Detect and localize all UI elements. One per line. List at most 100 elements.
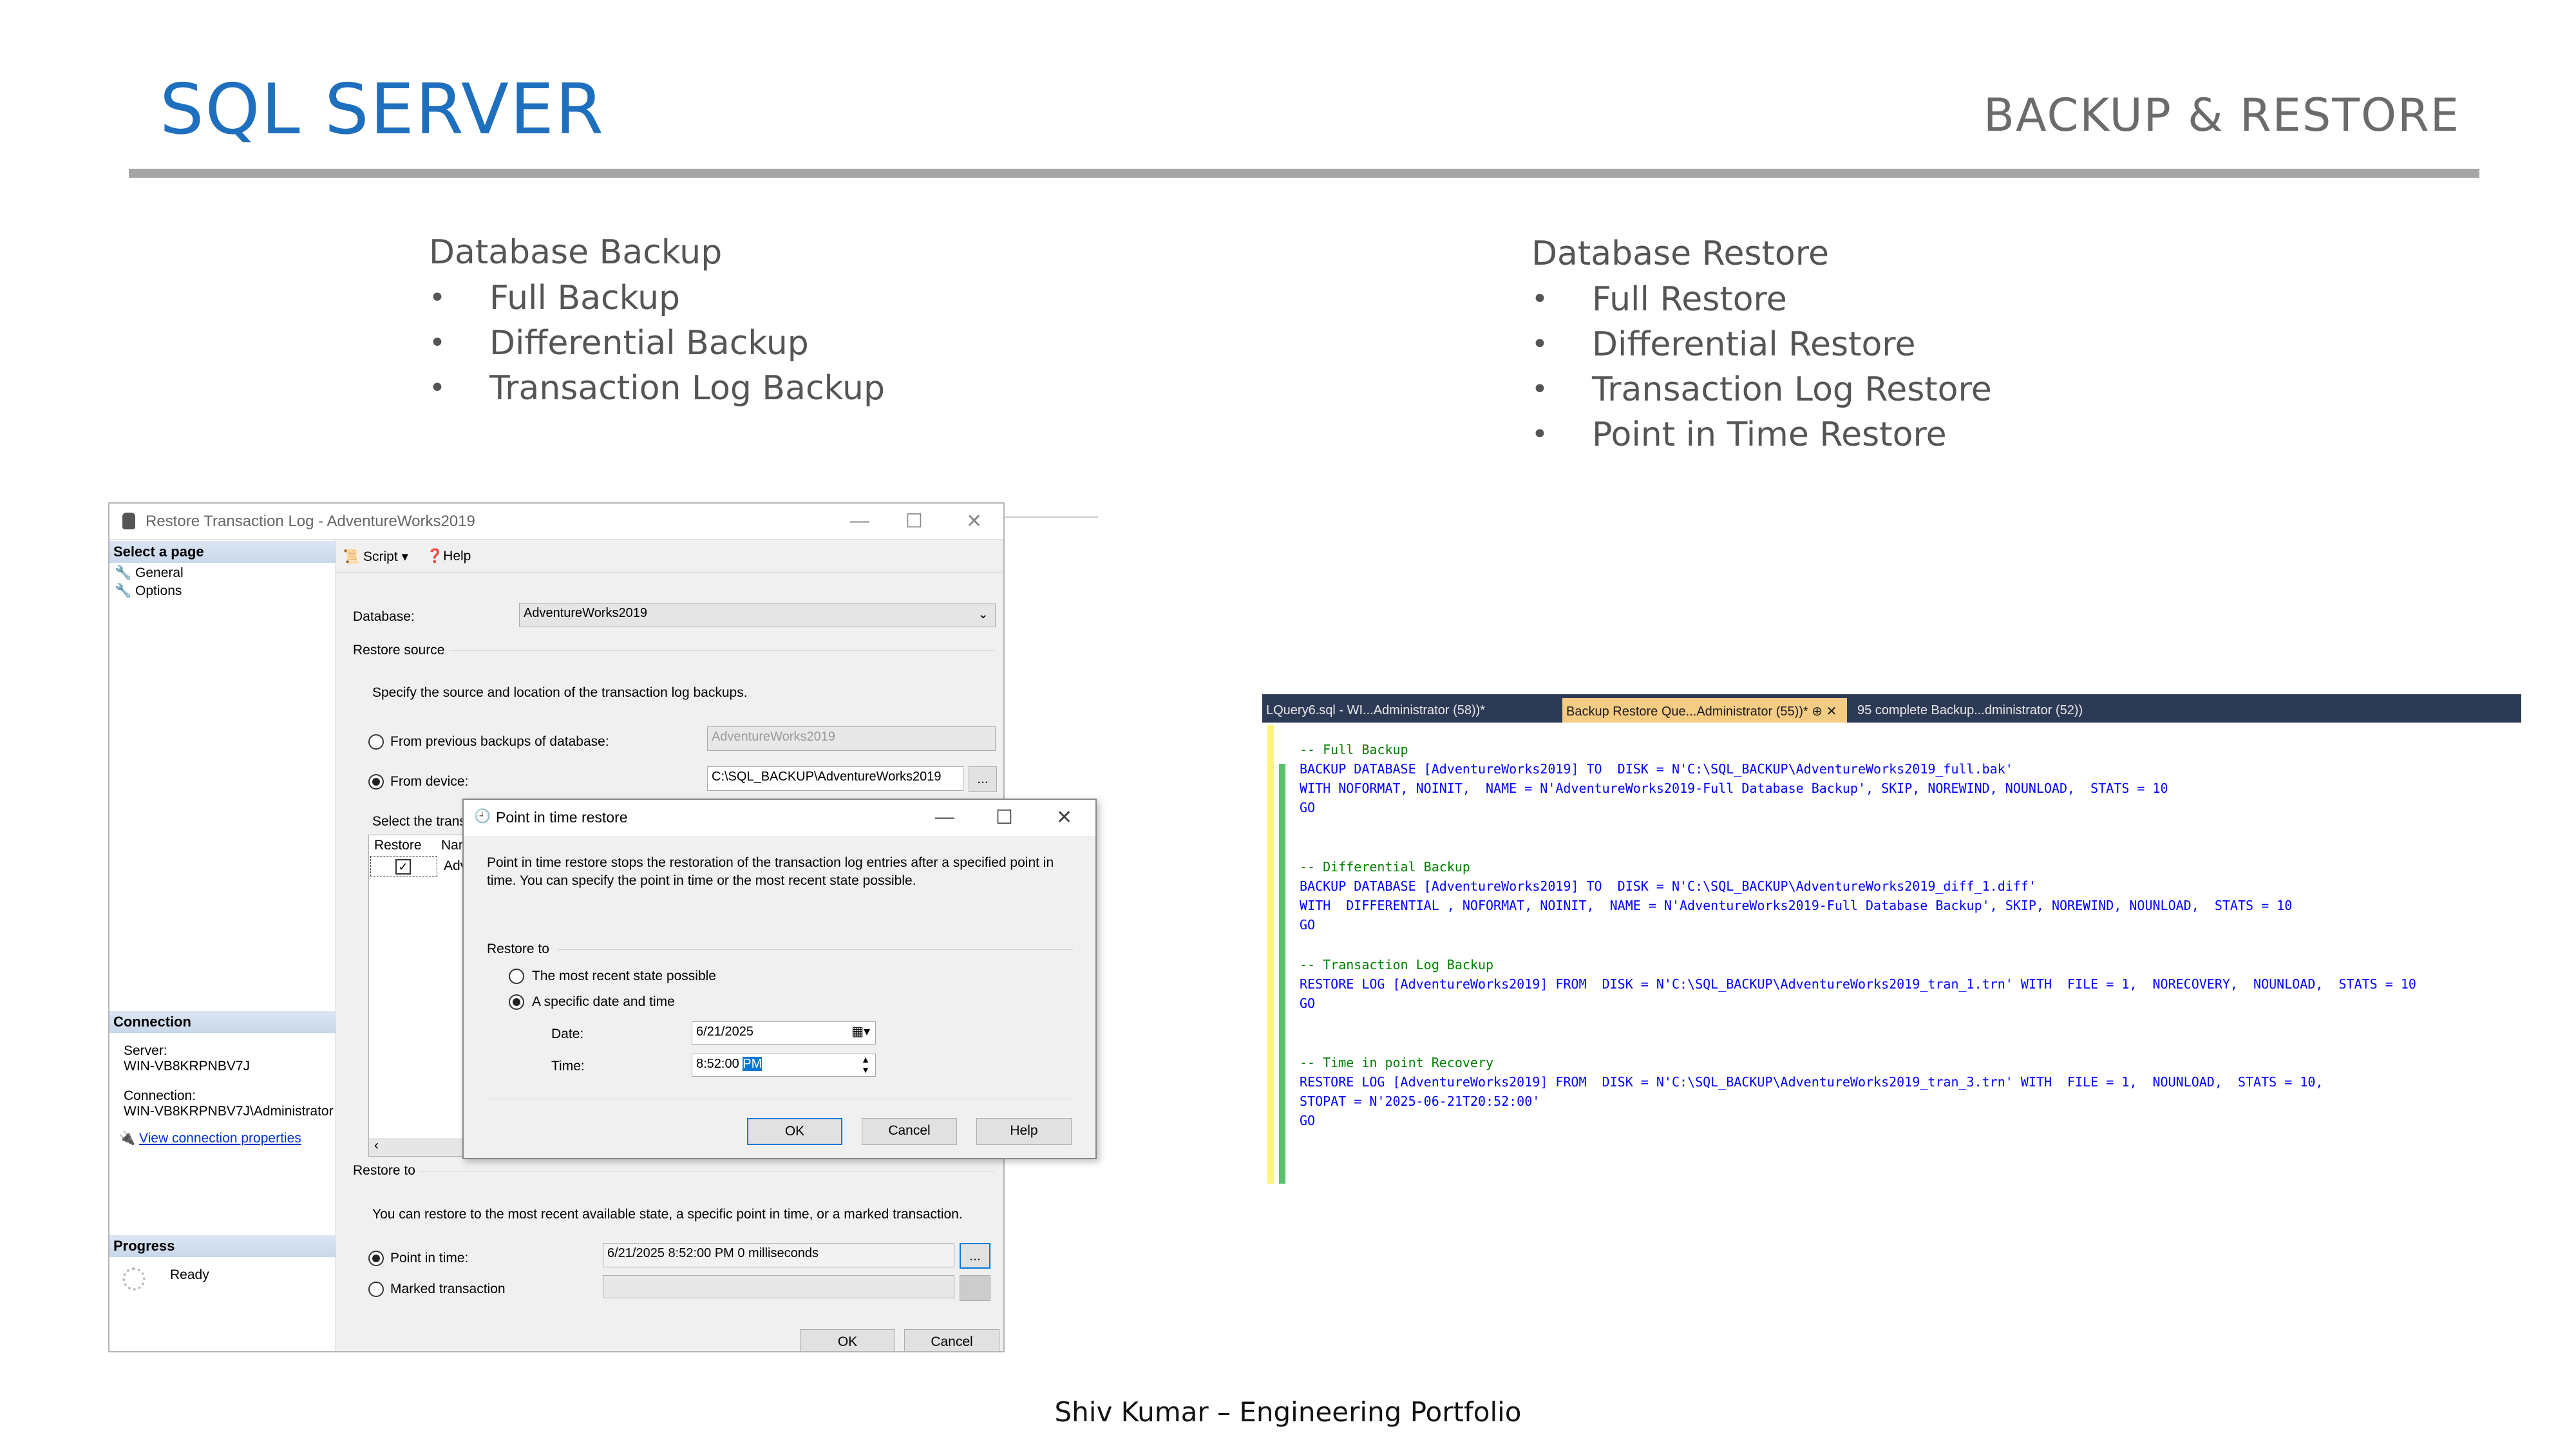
specify-text: Specify the source and location of the t… — [372, 685, 748, 700]
marked-transaction-browse-button[interactable] — [960, 1275, 990, 1301]
previous-database-select[interactable]: AdventureWorks2019 — [707, 726, 996, 751]
point-in-time-input[interactable]: 6/21/2025 8:52:00 PM 0 milliseconds — [603, 1243, 954, 1267]
list-item: • Point in Time Restore — [1531, 412, 1992, 457]
list-item: • Full Restore — [1531, 277, 1992, 322]
database-icon — [122, 513, 135, 529]
query-editor: LQuery6.sql - WI...Administrator (58))* … — [1262, 694, 2521, 1184]
specific-datetime-label: A specific date and time — [532, 994, 675, 1009]
table-row[interactable]: ✓ — [370, 856, 437, 876]
bullet-icon: • — [429, 327, 446, 359]
code-line[interactable]: -- Time in point Recovery — [1300, 1055, 1493, 1070]
window-title: Restore Transaction Log - AdventureWorks… — [146, 513, 475, 530]
restore-to-text: You can restore to the most recent avail… — [372, 1207, 963, 1222]
point-in-time-browse-button[interactable]: ... — [960, 1243, 990, 1269]
most-recent-label: The most recent state possible — [532, 969, 716, 983]
code-line[interactable]: -- Differential Backup — [1300, 859, 1470, 875]
code-line[interactable]: -- Transaction Log Backup — [1300, 957, 1493, 972]
connection-header: Connection — [109, 1011, 336, 1033]
clock-icon: 🕘 — [474, 809, 491, 824]
code-line[interactable]: STOPAT = N'2025-06-21T20:52:00' — [1300, 1094, 1540, 1109]
database-select[interactable]: AdventureWorks2019 ⌄ — [519, 603, 996, 627]
bullet-icon: • — [1531, 283, 1548, 316]
tab-backup-restore[interactable]: Backup Restore Que...Administrator (55))… — [1562, 698, 1847, 723]
bullet-icon: • — [429, 281, 446, 314]
device-path-input[interactable]: C:\SQL_BACKUP\AdventureWorks2019 — [707, 766, 963, 791]
bullet-icon: • — [1531, 373, 1548, 406]
code-line[interactable]: -- Full Backup — [1300, 742, 1408, 757]
most-recent-radio[interactable] — [509, 969, 524, 984]
code-line[interactable]: GO — [1300, 1113, 1315, 1128]
maximize-icon[interactable]: ☐ — [905, 510, 923, 533]
point-in-time-dialog: 🕘 Point in time restore — ☐ ✕ Point in t… — [462, 799, 1097, 1159]
code-line[interactable]: BACKUP DATABASE [AdventureWorks2019] TO … — [1300, 761, 2013, 777]
saved-margin — [1279, 764, 1285, 1184]
from-previous-radio[interactable] — [368, 734, 384, 750]
slide-footer: Shiv Kumar – Engineering Portfolio — [1054, 1396, 1522, 1428]
tab-complete-backup[interactable]: 95 complete Backup...dministrator (52)) — [1853, 698, 2087, 723]
wrench-icon: 🔧 — [115, 583, 132, 598]
code-line[interactable]: GO — [1300, 996, 1315, 1011]
restore-to-label: Restore to — [487, 942, 549, 956]
from-device-radio[interactable] — [368, 774, 384, 790]
marked-transaction-label: Marked transaction — [390, 1282, 506, 1296]
restore-checkbox[interactable]: ✓ — [395, 859, 411, 875]
cancel-button[interactable]: Cancel — [904, 1329, 999, 1351]
ok-button[interactable]: OK — [800, 1329, 895, 1351]
tab-query6[interactable]: LQuery6.sql - WI...Administrator (58))* — [1262, 698, 1489, 723]
bullet-icon: • — [429, 372, 446, 404]
browse-device-button[interactable]: ... — [969, 766, 997, 792]
change-margin — [1267, 725, 1274, 1184]
left-pane: Select a page 🔧 General 🔧 Options Connec… — [109, 540, 336, 1351]
help-button[interactable]: ❓Help — [426, 549, 471, 564]
minimize-icon[interactable]: — — [850, 510, 869, 532]
database-label: Database: — [353, 609, 415, 624]
code-line[interactable]: RESTORE LOG [AdventureWorks2019] FROM DI… — [1300, 976, 2416, 992]
code-line[interactable]: GO — [1300, 917, 1315, 933]
server-label: Server: — [124, 1043, 167, 1058]
marked-transaction-radio[interactable] — [368, 1282, 384, 1297]
close-icon[interactable]: ✕ — [966, 510, 982, 533]
chevron-down-icon: ⌄ — [978, 607, 989, 621]
backup-topics: Database Backup • Full Backup • Differenti… — [429, 231, 885, 411]
list-item: • Differential Restore — [1531, 322, 1992, 367]
slide-title: SQL SERVER — [160, 70, 605, 150]
code-line[interactable]: WITH NOFORMAT, NOINIT, NAME = N'Adventur… — [1300, 781, 2168, 796]
window-titlebar: Restore Transaction Log - AdventureWorks… — [109, 504, 1003, 540]
restore-heading: Database Restore — [1531, 234, 1829, 273]
marked-transaction-input[interactable] — [603, 1275, 954, 1298]
window-edge — [1005, 516, 1098, 518]
calendar-icon[interactable]: ▦▾ — [851, 1023, 870, 1039]
bullet-icon: • — [1531, 328, 1548, 361]
help-button[interactable]: Help — [976, 1118, 1072, 1145]
minimize-icon[interactable]: — — [935, 806, 954, 828]
page-options[interactable]: 🔧 Options — [115, 583, 182, 599]
list-item: • Transaction Log Backup — [429, 366, 885, 411]
code-line[interactable]: GO — [1300, 800, 1315, 815]
cancel-button[interactable]: Cancel — [862, 1118, 957, 1145]
select-page-header: Select a page — [109, 541, 336, 563]
code-line[interactable]: BACKUP DATABASE [AdventureWorks2019] TO … — [1300, 878, 2036, 894]
maximize-icon[interactable]: ☐ — [996, 806, 1013, 829]
spinner-icon[interactable]: ▲ ▼ — [861, 1054, 870, 1075]
close-icon[interactable]: ✕ — [1056, 806, 1072, 829]
date-input[interactable]: 6/21/2025 ▦▾ — [692, 1021, 876, 1045]
ok-button[interactable]: OK — [747, 1118, 842, 1145]
dialog-description: Point in time restore stops the restorat… — [487, 855, 1054, 888]
pin-icon[interactable]: ⊕ — [1812, 705, 1823, 719]
list-item: • Full Backup — [429, 276, 885, 321]
list-item: • Transaction Log Restore — [1531, 367, 1992, 412]
grid-col-restore: Restore — [374, 838, 422, 853]
help-icon: ❓ — [426, 549, 444, 564]
dialog-titlebar: 🕘 Point in time restore — ☐ ✕ — [464, 800, 1095, 836]
chevron-left-icon[interactable]: ‹ — [374, 1138, 379, 1153]
time-input[interactable]: 8:52:00 PM ▲ ▼ — [692, 1054, 876, 1077]
code-line[interactable]: RESTORE LOG [AdventureWorks2019] FROM DI… — [1300, 1074, 2323, 1090]
code-line[interactable]: WITH DIFFERENTIAL , NOFORMAT, NOINIT, NA… — [1300, 898, 2292, 913]
close-icon[interactable]: ✕ — [1826, 705, 1837, 719]
page-general[interactable]: 🔧 General — [115, 565, 184, 581]
point-in-time-radio[interactable] — [368, 1251, 384, 1266]
specific-datetime-radio[interactable] — [509, 994, 524, 1010]
script-button[interactable]: 📜 Script ▾ — [343, 549, 408, 565]
script-icon: 📜 — [343, 549, 360, 564]
view-connection-properties[interactable]: 🔌 View connection properties — [118, 1131, 301, 1146]
